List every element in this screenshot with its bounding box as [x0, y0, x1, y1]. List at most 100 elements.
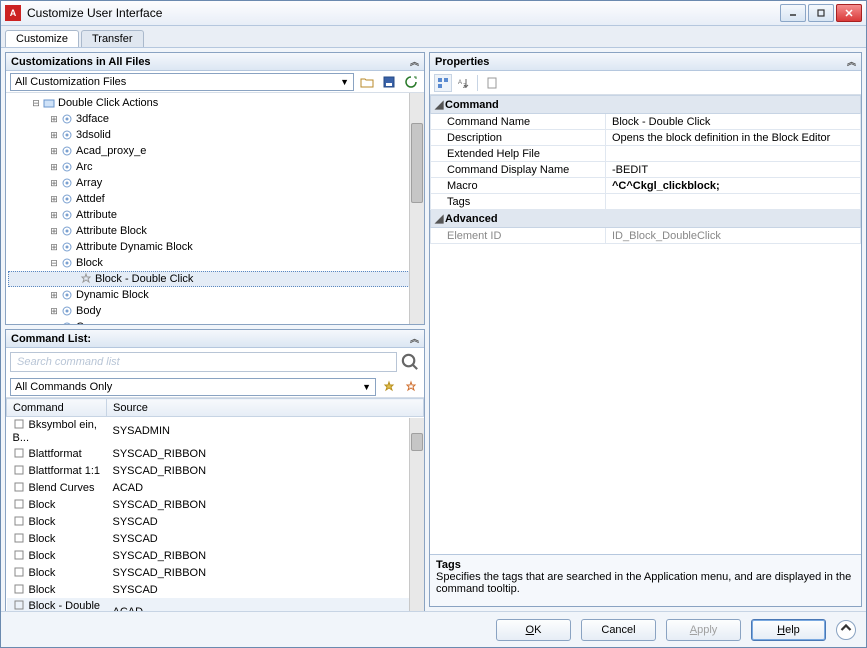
table-row[interactable]: BlockSYSCAD_RIBBON — [7, 547, 424, 564]
prop-row[interactable]: Macro^C^Ckgl_clickblock; — [431, 178, 861, 194]
minimize-button[interactable] — [780, 4, 806, 22]
prop-row[interactable]: Extended Help File — [431, 146, 861, 162]
tree-item[interactable]: ⊟Double Click Actions — [8, 95, 422, 111]
cancel-button[interactable]: Cancel — [581, 619, 656, 641]
tab-customize[interactable]: Customize — [5, 30, 79, 47]
maximize-button[interactable] — [808, 4, 834, 22]
cmd-name: Block — [29, 498, 56, 510]
tree-item[interactable]: ⊞Attribute — [8, 207, 422, 223]
tree-item[interactable]: ⊞ 3dsolid — [8, 127, 422, 143]
prop-value[interactable]: ID_Block_DoubleClick — [606, 228, 861, 244]
expand-icon[interactable]: ⊞ — [48, 178, 60, 189]
expand-icon[interactable]: ⊞ — [48, 306, 60, 317]
expand-icon[interactable]: ⊞ — [48, 210, 60, 221]
expand-icon[interactable]: ⊟ — [30, 98, 42, 109]
favorite-icon[interactable] — [402, 378, 420, 396]
ok-button[interactable]: OK — [496, 619, 571, 641]
scrollbar-thumb[interactable] — [411, 123, 423, 203]
prop-value[interactable]: Block - Double Click — [606, 114, 861, 130]
tree-item[interactable]: ⊞Arc — [8, 159, 422, 175]
expand-icon[interactable]: ⊞ — [48, 290, 60, 301]
object-icon — [60, 176, 74, 190]
tree-item[interactable]: Block - Double Click — [8, 271, 422, 287]
expand-icon[interactable]: ⊞ — [48, 114, 60, 125]
table-row[interactable]: BlockSYSCAD_RIBBON — [7, 496, 424, 513]
refresh-icon[interactable] — [402, 73, 420, 91]
tree-item[interactable]: ⊞Acad_proxy_e — [8, 143, 422, 159]
object-icon — [60, 128, 74, 142]
scrollbar-thumb[interactable] — [411, 433, 423, 451]
customization-files-combo[interactable]: All Customization Files ▼ — [10, 73, 354, 91]
prop-value[interactable]: -BEDIT — [606, 162, 861, 178]
command-icon — [13, 498, 27, 512]
tree-item[interactable]: ⊞Attdef — [8, 191, 422, 207]
table-row[interactable]: Block - Double ...ACAD — [7, 598, 424, 611]
prop-row[interactable]: Command NameBlock - Double Click — [431, 114, 861, 130]
prop-key: Description — [431, 130, 606, 146]
search-icon[interactable] — [400, 352, 420, 372]
scrollbar[interactable] — [409, 418, 424, 611]
tree-item[interactable]: ⊞Array — [8, 175, 422, 191]
tree-item[interactable]: ⊞Camera — [8, 319, 422, 324]
expand-icon[interactable]: ⊞ — [48, 242, 60, 253]
open-file-icon[interactable] — [358, 73, 376, 91]
expand-icon[interactable]: ⊞ — [48, 194, 60, 205]
scrollbar[interactable] — [409, 93, 424, 324]
tree-item[interactable]: ⊞Dynamic Block — [8, 287, 422, 303]
search-input[interactable]: Search command list — [10, 352, 397, 372]
expand-icon[interactable]: ⊞ — [48, 226, 60, 237]
prop-key: Tags — [431, 194, 606, 210]
table-row[interactable]: Blattformat 1:1SYSCAD_RIBBON — [7, 462, 424, 479]
prop-value[interactable] — [606, 194, 861, 210]
tree-label: 3dsolid — [76, 129, 111, 141]
expand-icon[interactable]: ⊞ — [48, 322, 60, 325]
tree-item[interactable]: ⊟Block — [8, 255, 422, 271]
prop-value[interactable] — [606, 146, 861, 162]
prop-category[interactable]: ◢Advanced — [431, 210, 861, 228]
table-row[interactable]: BlockSYSCAD — [7, 513, 424, 530]
prop-value[interactable]: Opens the block definition in the Block … — [606, 130, 861, 146]
tree-item[interactable]: ⊞ Attribute Block — [8, 223, 422, 239]
table-row[interactable]: BlattformatSYSCAD_RIBBON — [7, 445, 424, 462]
cmd-name: Blend Curves — [29, 481, 95, 493]
tree-item[interactable]: ⊞Attribute Dynamic Block — [8, 239, 422, 255]
new-command-icon[interactable] — [380, 378, 398, 396]
col-command[interactable]: Command — [7, 399, 107, 417]
expand-icon[interactable]: ⊞ — [48, 162, 60, 173]
apply-button[interactable]: Apply — [666, 619, 741, 641]
tree-label: Attribute Block — [76, 225, 147, 237]
categorized-icon[interactable] — [434, 74, 452, 92]
expand-icon[interactable]: ⊟ — [48, 258, 60, 269]
property-page-icon[interactable] — [483, 74, 501, 92]
prop-row[interactable]: Element IDID_Block_DoubleClick — [431, 228, 861, 244]
customizations-tree[interactable]: ⊟Double Click Actions⊞3dface⊞3dsolid⊞Aca… — [6, 93, 424, 324]
save-icon[interactable] — [380, 73, 398, 91]
command-table[interactable]: Command Source Bksymbol ein, B...SYSADMI… — [6, 398, 424, 611]
tab-transfer[interactable]: Transfer — [81, 30, 144, 47]
expand-icon[interactable]: ⊞ — [48, 146, 60, 157]
tree-item[interactable]: ⊞3dface — [8, 111, 422, 127]
search-placeholder: Search command list — [17, 356, 120, 368]
collapse-icon[interactable]: ︽ — [847, 55, 856, 68]
table-row[interactable]: BlockSYSCAD — [7, 581, 424, 598]
table-row[interactable]: BlockSYSCAD — [7, 530, 424, 547]
table-row[interactable]: Bksymbol ein, B...SYSADMIN — [7, 417, 424, 446]
cmd-source: SYSCAD_RIBBON — [107, 462, 424, 479]
tip-icon[interactable] — [836, 620, 856, 640]
collapse-icon[interactable]: ︽ — [410, 332, 419, 345]
prop-row[interactable]: Command Display Name-BEDIT — [431, 162, 861, 178]
help-button[interactable]: Help — [751, 619, 826, 641]
prop-row[interactable]: DescriptionOpens the block definition in… — [431, 130, 861, 146]
table-row[interactable]: Blend CurvesACAD — [7, 479, 424, 496]
prop-category[interactable]: ◢Command — [431, 96, 861, 114]
expand-icon[interactable]: ⊞ — [48, 130, 60, 141]
prop-row[interactable]: Tags — [431, 194, 861, 210]
prop-value[interactable]: ^C^Ckgl_clickblock; — [606, 178, 861, 194]
tree-item[interactable]: ⊞Body — [8, 303, 422, 319]
alphabetic-icon[interactable]: AZ — [454, 74, 472, 92]
table-row[interactable]: BlockSYSCAD_RIBBON — [7, 564, 424, 581]
close-button[interactable] — [836, 4, 862, 22]
commands-filter-combo[interactable]: All Commands Only ▼ — [10, 378, 376, 396]
col-source[interactable]: Source — [107, 399, 424, 417]
collapse-icon[interactable]: ︽ — [410, 55, 419, 68]
